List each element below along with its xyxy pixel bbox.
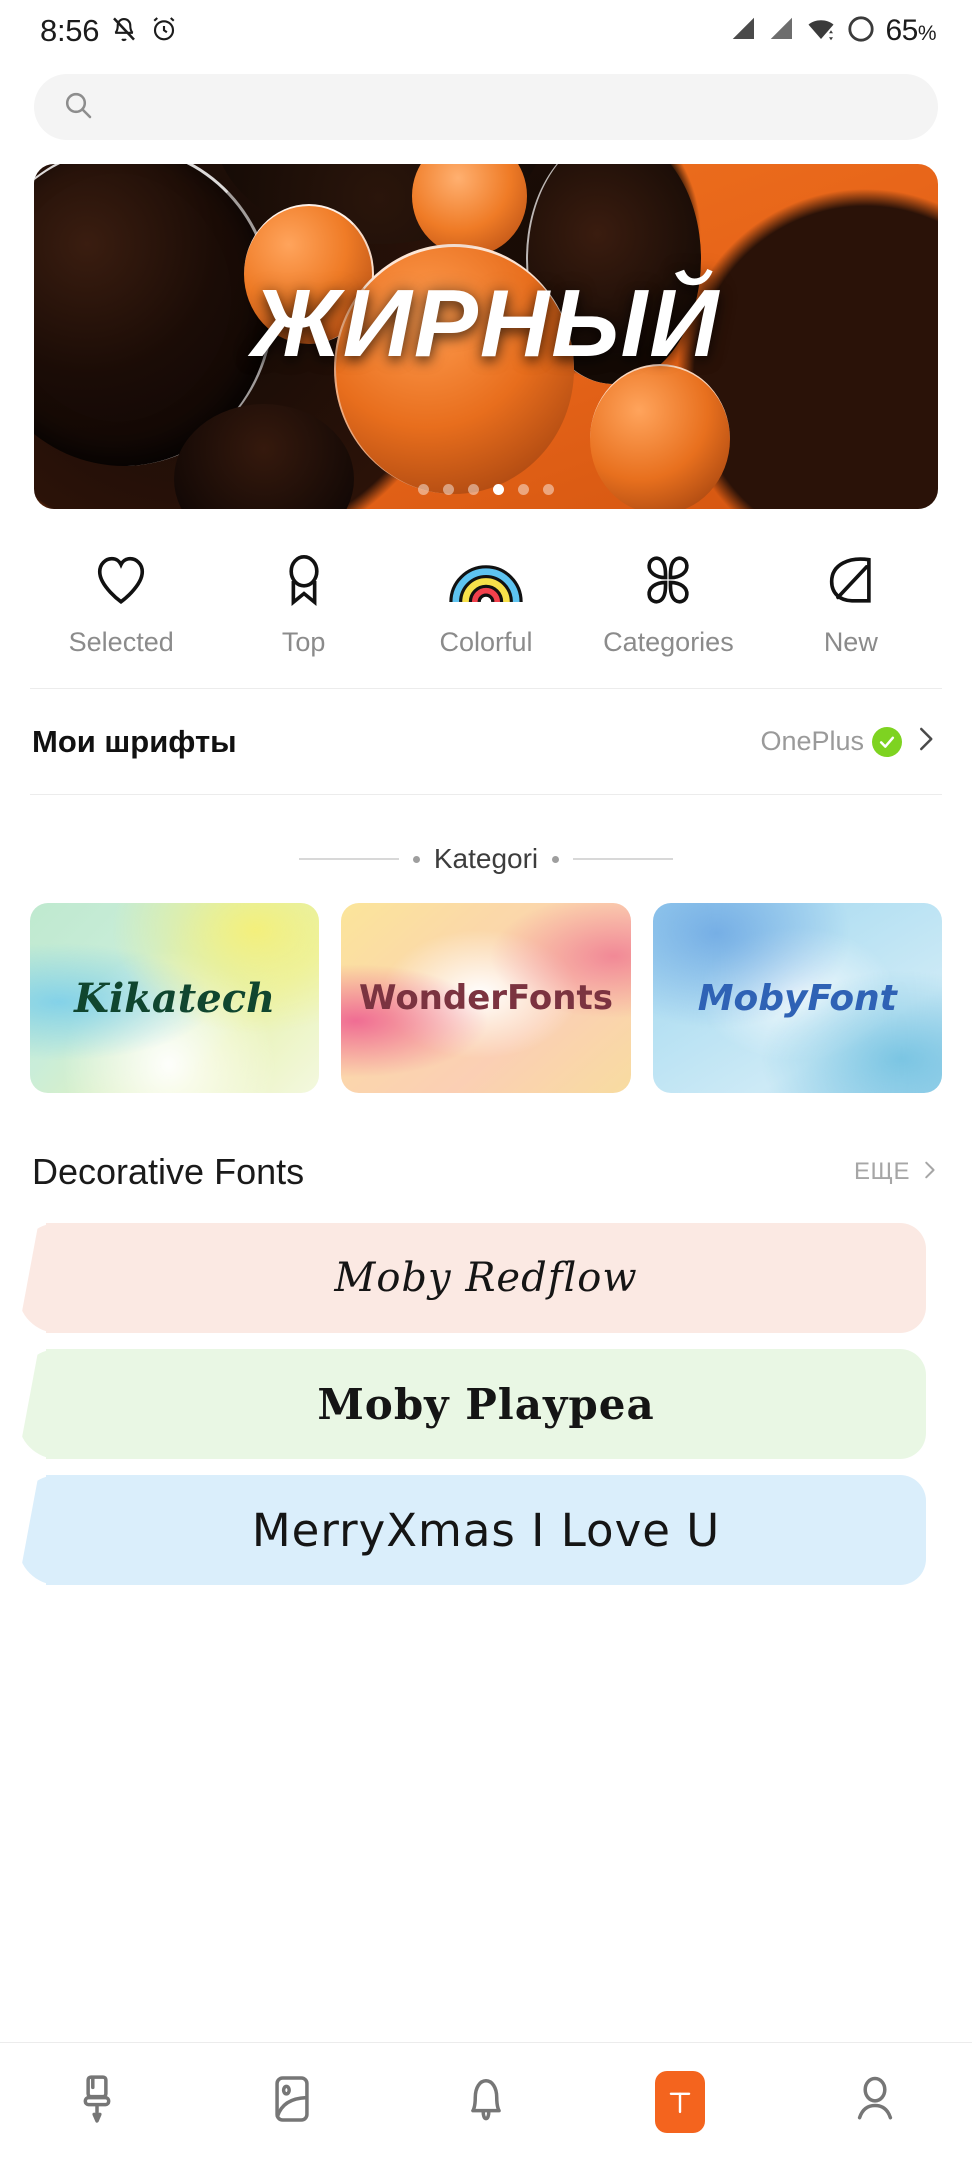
bottom-navigation-bar [0, 2042, 972, 2160]
nav-item-themes[interactable] [0, 2043, 194, 2160]
battery-ring-icon [845, 13, 877, 50]
nav-item-notifications[interactable] [389, 2043, 583, 2160]
font-sample-name: Moby Redflow [334, 1255, 638, 1301]
kategori-line-right [573, 858, 674, 860]
nav-item-wallpaper[interactable] [194, 2043, 388, 2160]
battery-percent: 65% [885, 14, 936, 47]
four-petal-clover-icon [639, 549, 697, 611]
kategori-dot-left [412, 855, 420, 863]
alarm-clock-icon [149, 14, 179, 49]
carousel-dot[interactable] [418, 484, 429, 495]
status-time: 8:56 [40, 13, 100, 48]
paint-roller-icon [69, 2071, 125, 2132]
quick-item-label: Top [281, 627, 326, 657]
nav-item-fonts[interactable] [583, 2043, 777, 2160]
decorative-more-button[interactable]: ЕЩЕ [854, 1158, 940, 1186]
my-fonts-right[interactable]: OnePlus [760, 724, 940, 759]
search-bar[interactable] [34, 74, 938, 140]
category-card[interactable]: WonderFonts [341, 903, 631, 1093]
quick-item-top[interactable]: Top [212, 549, 394, 658]
kategori-label: Kategori [433, 843, 539, 874]
search-input[interactable] [110, 74, 910, 140]
banner-bubble [412, 164, 527, 256]
quick-item-new[interactable]: New [760, 549, 942, 658]
my-fonts-brand: OnePlus [760, 726, 864, 756]
nav-item-profile[interactable] [778, 2043, 972, 2160]
category-card-name: MobyFont [697, 977, 897, 1019]
status-bar-left: 8:56 [40, 13, 179, 49]
carousel-dot[interactable] [543, 484, 554, 495]
status-bar: 8:56 65% [0, 0, 972, 62]
bell-icon [458, 2071, 514, 2132]
quick-item-selected[interactable]: Selected [30, 549, 212, 658]
quick-item-label: Colorful [439, 627, 533, 657]
signal-bars-icon [729, 14, 759, 49]
banner-bubble [334, 244, 574, 494]
quick-item-colorful[interactable]: Colorful [395, 549, 577, 658]
signal-bars-2-icon [767, 14, 797, 49]
chevron-right-icon [918, 1159, 940, 1186]
quick-item-label: Categories [603, 627, 734, 657]
verified-check-icon [872, 726, 902, 757]
font-sample-list: Moby Redflow Moby Playpea MerryXmas I Lo… [0, 1193, 972, 1585]
quick-category-row: Selected Top Colorful Categories New [0, 509, 972, 688]
carousel-dot-active[interactable] [493, 484, 504, 495]
text-t-icon [655, 2070, 706, 2133]
banner-slide[interactable]: ЖИРНЫЙ [34, 164, 938, 509]
ribbon-badge-icon [273, 549, 335, 611]
rainbow-icon [447, 549, 525, 611]
wallpaper-icon [264, 2071, 320, 2132]
category-card[interactable]: MobyFont [652, 903, 942, 1093]
decorative-more-label: ЕЩЕ [853, 1158, 910, 1185]
font-sample-card[interactable]: Moby Playpea [46, 1349, 926, 1459]
decorative-fonts-header: Decorative Fonts ЕЩЕ [0, 1093, 972, 1193]
app-screen: 8:56 65% ЖИРНЫЙ Selected Top Colorful Ca… [0, 0, 972, 2160]
banner-carousel[interactable]: ЖИРНЫЙ [0, 140, 972, 509]
carousel-dot[interactable] [468, 484, 479, 495]
category-card-row: Kikatech WonderFonts MobyFont [0, 903, 972, 1093]
kategori-divider-header: Kategori [0, 795, 972, 903]
kategori-dot-right [552, 855, 560, 863]
search-icon [62, 89, 94, 126]
font-sample-name: MerryXmas I Love U [251, 1503, 721, 1557]
font-sample-card[interactable]: Moby Redflow [46, 1223, 926, 1333]
profile-icon [847, 2071, 903, 2132]
mute-bell-icon [109, 14, 139, 49]
category-card-name: WonderFonts [359, 978, 613, 1018]
category-card-name: Kikatech [74, 974, 276, 1022]
font-sample-name: Moby Playpea [317, 1379, 655, 1429]
carousel-dot[interactable] [518, 484, 529, 495]
heart-icon [90, 549, 152, 611]
kategori-line-left [298, 858, 399, 860]
leaf-icon [822, 549, 880, 611]
status-bar-right: 65% [729, 13, 937, 50]
font-sample-card[interactable]: MerryXmas I Love U [46, 1475, 926, 1585]
search-section [0, 62, 972, 140]
carousel-dots[interactable] [34, 484, 938, 495]
quick-item-label: Selected [68, 627, 174, 657]
chevron-right-icon[interactable] [910, 724, 940, 759]
my-fonts-title: Мои шрифты [32, 723, 237, 759]
my-fonts-row[interactable]: Мои шрифты OnePlus [0, 689, 972, 794]
wifi-icon [805, 14, 837, 49]
page-title: Decorative Fonts [32, 1151, 305, 1192]
category-card[interactable]: Kikatech [30, 903, 320, 1093]
quick-item-categories[interactable]: Categories [577, 549, 759, 658]
carousel-dot[interactable] [443, 484, 454, 495]
quick-item-label: New [823, 627, 878, 657]
